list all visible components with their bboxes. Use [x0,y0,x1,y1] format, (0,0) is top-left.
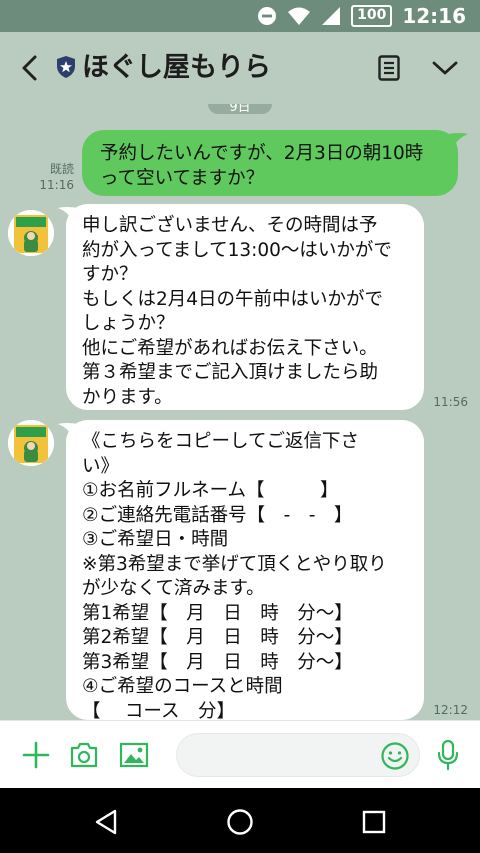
back-button[interactable] [14,50,44,86]
shield-star-icon [57,56,75,78]
shop-logo-icon [8,420,54,466]
nav-recents-button[interactable] [354,802,394,842]
expand-menu-button[interactable] [426,50,464,86]
status-time: 12:16 [402,4,466,28]
note-icon [378,55,400,81]
incoming-message[interactable]: 申し訳ございません、その時間は予 約が入ってまして13:00〜はいかがで すか？… [66,204,424,410]
square-recents-icon [362,810,386,834]
date-chip: 9日 [208,104,272,115]
circle-home-icon [227,809,253,835]
camera-button[interactable] [64,735,104,775]
wifi-icon [287,6,311,26]
image-button[interactable] [114,735,154,775]
avatar[interactable] [8,420,54,466]
read-receipt: 既読 [49,162,74,176]
plus-icon [22,741,50,769]
message-time: 12:12 [433,703,468,717]
composer-bar [0,720,480,789]
incoming-bubble-tail [58,207,78,220]
emoji-button[interactable] [380,741,410,771]
avatar[interactable] [8,210,54,256]
microphone-icon [437,739,459,771]
signal-icon [321,6,341,26]
nav-home-button[interactable] [220,802,260,842]
add-button[interactable] [16,735,56,775]
navigation-bar [0,788,480,853]
outgoing-message[interactable]: 予約したいんですが、2月3日の朝10時 って空いてますか？ [82,130,458,196]
message-time: 11:16 [39,178,74,192]
microphone-button[interactable] [428,735,468,775]
image-icon [119,742,149,768]
do-not-disturb-icon [257,6,277,26]
incoming-message[interactable]: 《こちらをコピーしてご返信下さ い》 ①お名前フルネーム【 】 ②ご連絡先電話番… [66,420,424,720]
camera-icon [70,742,98,768]
shop-logo-icon [8,210,54,256]
battery-level: 100 [351,5,393,27]
status-bar: 100 12:16 [0,0,480,32]
incoming-bubble-tail [58,423,78,436]
chat-title: ほぐし屋もりら [82,52,271,83]
chevron-left-icon [22,55,37,81]
chat-header: ほぐし屋もりら [0,32,480,104]
chat-area[interactable]: 9日 予約したいんですが、2月3日の朝10時 って空いてますか？ 既読 11:1… [0,104,480,720]
note-button[interactable] [370,50,408,86]
smile-icon [381,742,409,770]
nav-back-button[interactable] [86,802,126,842]
message-time: 11:56 [433,395,468,409]
triangle-back-icon [95,809,117,835]
outgoing-bubble-tail [448,133,468,146]
chevron-down-icon [432,61,458,75]
status-icons: 100 12:16 [257,0,466,32]
